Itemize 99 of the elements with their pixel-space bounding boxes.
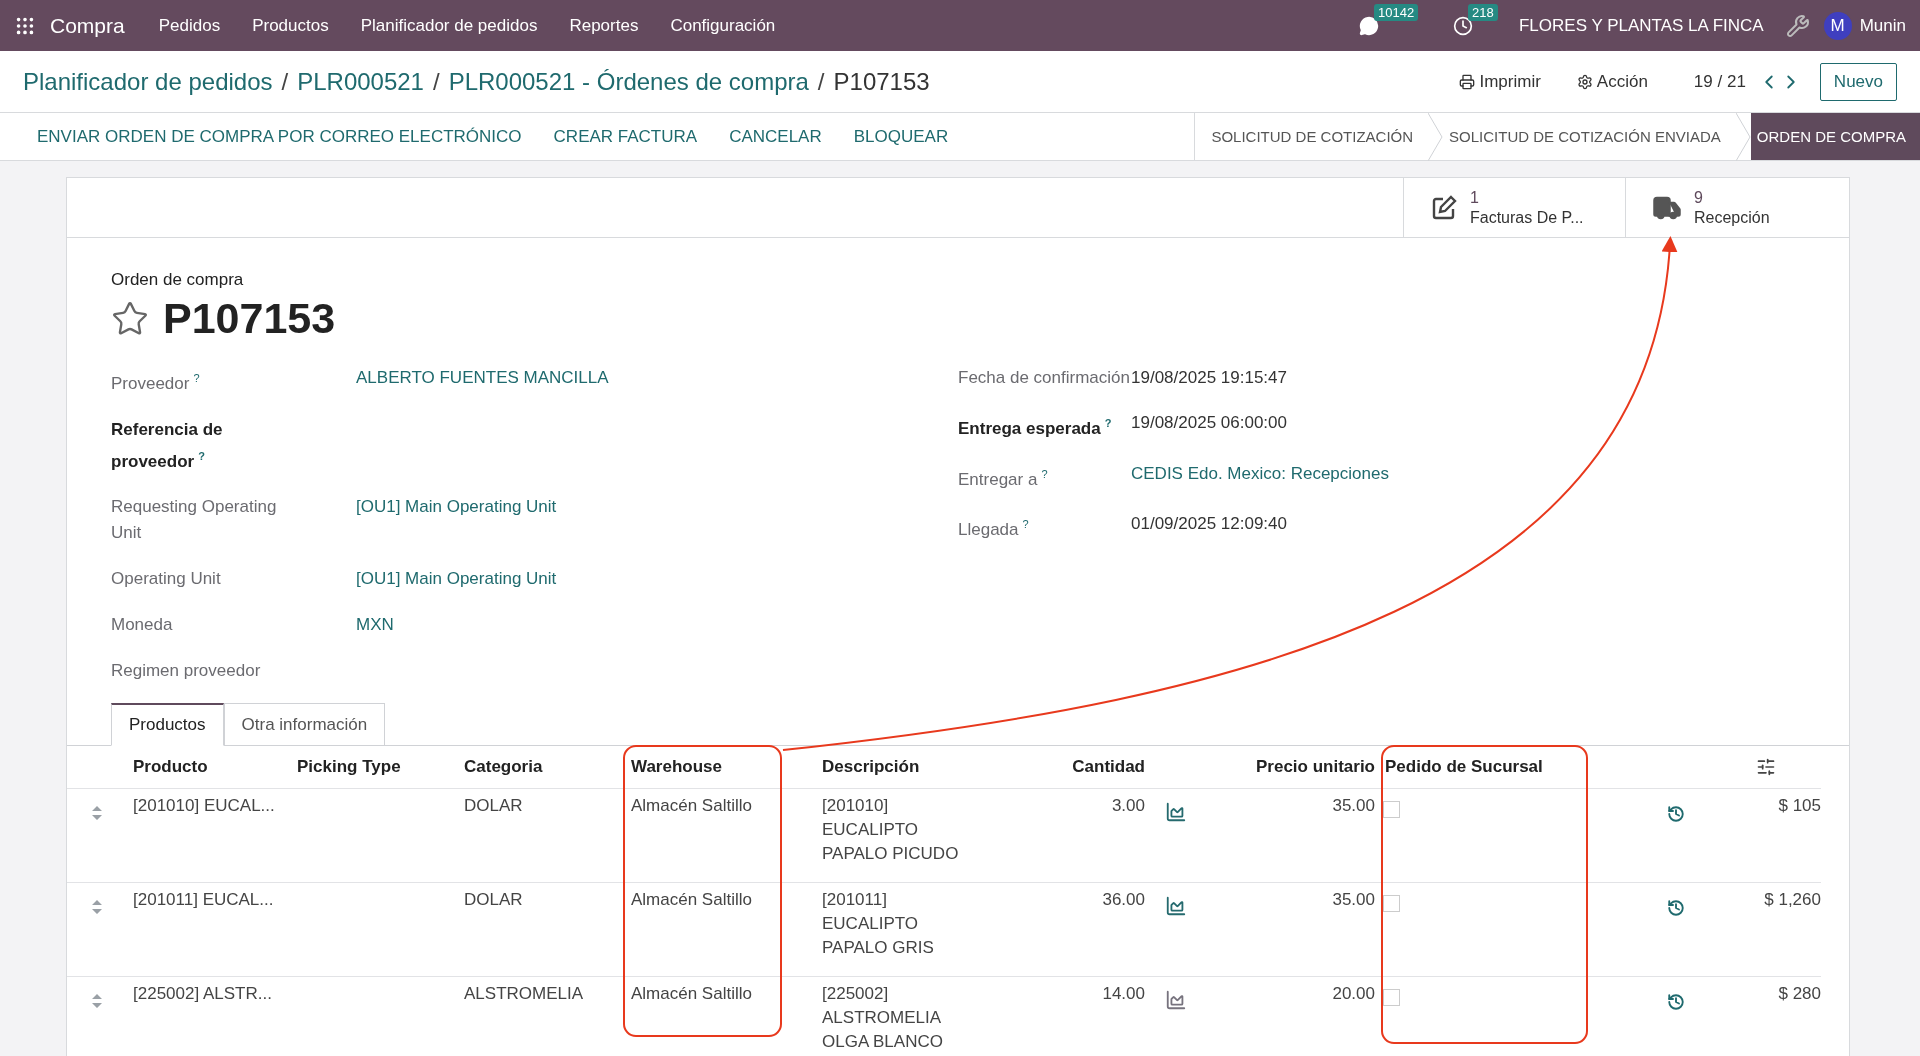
table-cell: DOLAR [458,883,625,978]
action-button[interactable]: BLOQUEAR [837,113,965,160]
field-label: Entregar a $^{?}$ [958,466,1049,491]
favorite-star-icon[interactable] [111,299,149,338]
table-cell: 3.00 [1021,789,1151,884]
field-label: Llegada $^{?}$ [958,517,1030,541]
history-icon[interactable] [1667,899,1685,918]
drag-handle-icon[interactable] [91,899,103,916]
column-header[interactable]: Descripción [816,746,1021,790]
action-button[interactable]: Acción [1570,70,1654,93]
breadcrumb-link[interactable]: PLR000521 [297,67,424,96]
field-label: Requesting Operating Unit [111,496,278,545]
table-cell: [201011] EUCALIPTO PAPALO GRIS [816,883,1021,978]
field-link[interactable]: MXN [356,612,958,639]
record-title: P107153 [163,294,336,343]
history-icon[interactable] [1667,993,1685,1012]
breadcrumb-link[interactable]: Planificador de pedidos [23,67,273,96]
new-button[interactable]: Nuevo [1819,62,1897,101]
menu-item[interactable]: Reportes [553,15,655,36]
menu-item[interactable]: Configuración [654,15,792,36]
table-cell: ALSTROMELIA [458,977,625,1056]
table-cell: Almacén Saltillo [625,789,816,884]
status-stage[interactable]: SOLICITUD DE COTIZACIÓN [1194,113,1444,160]
table-cell: Almacén Saltillo [625,977,816,1056]
print-button[interactable]: Imprimir [1453,70,1547,93]
column-header[interactable]: Cantidad [1021,746,1151,790]
forecast-chart-icon[interactable] [1165,895,1187,918]
table-cell: [225002] ALSTR... [127,977,291,1056]
chat-icon[interactable] [1359,15,1379,36]
table-cell: [201010] EUCAL... [127,789,291,884]
table-cell: [201010] EUCALIPTO PAPALO PICUDO [816,789,1021,884]
message-count-badge: 10142 [1374,3,1419,21]
menu-item[interactable]: Planificador de pedidos [344,15,554,36]
user-avatar[interactable]: M [1823,11,1852,40]
table-cell: $ 105 [1711,789,1821,884]
printer-icon [1459,73,1476,90]
action-button[interactable]: CANCELAR [713,113,838,160]
breadcrumb-separator: / [281,67,289,96]
tab[interactable]: Otra información [223,703,386,747]
history-icon[interactable] [1667,805,1685,824]
field-value: 01/09/2025 12:09:40 [1131,513,1288,536]
column-header[interactable]: Picking Type [291,746,458,790]
user-name[interactable]: Munin [1859,15,1906,36]
column-header[interactable]: Categoria [458,746,625,790]
clock-icon[interactable] [1453,15,1473,36]
table-cell: DOLAR [458,789,625,884]
field-label: Fecha de confirmación [958,367,1131,389]
menu-item[interactable]: Productos [236,15,345,36]
table-cell: [201011] EUCAL... [127,883,291,978]
field-label: Operating Unit [111,568,222,591]
field-label: Proveedor $^{?}$ [111,371,201,395]
edit-icon [1430,193,1458,222]
tab[interactable]: Productos [111,703,224,747]
breadcrumb-separator: / [817,67,825,96]
column-header[interactable]: Producto [127,746,291,790]
record-type-label: Orden de compra [111,270,245,290]
menu-item[interactable]: Pedidos [142,15,237,36]
column-settings-icon[interactable] [1756,757,1776,778]
table-cell: $ 1,260 [1711,883,1821,978]
table-cell: 20.00 [1201,977,1379,1056]
field-label: Regimen proveedor [111,660,262,683]
column-header[interactable]: Warehouse [625,746,816,790]
checkbox[interactable] [1383,895,1400,913]
table-cell: 36.00 [1021,883,1151,978]
column-header[interactable]: Pedido de Sucursal [1379,746,1641,790]
drag-handle-icon[interactable] [91,993,103,1010]
table-cell: Almacén Saltillo [625,883,816,978]
action-button[interactable]: ENVIAR ORDEN DE COMPRA POR CORREO ELECTRÓNICO [21,113,538,160]
checkbox[interactable] [1383,801,1400,819]
forecast-chart-icon[interactable] [1165,989,1187,1012]
forecast-chart-icon[interactable] [1165,801,1187,824]
tools-icon[interactable] [1785,13,1810,38]
field-link[interactable]: ALBERTO FUENTES MANCILLA [356,365,958,391]
gear-icon [1576,73,1593,90]
field-label: Entrega esperada $^{?}$ [958,416,1113,440]
checkbox[interactable] [1383,989,1400,1007]
table-cell: 35.00 [1201,883,1379,978]
field-value: 19/08/2025 06:00:00 [1131,412,1288,434]
company-name[interactable]: FLORES Y PLANTAS LA FINCA [1519,15,1764,36]
breadcrumb-link[interactable]: PLR000521 - Órdenes de compra [448,67,809,96]
breadcrumb-current: P107153 [833,67,930,96]
table-cell: [225002] ALSTROMELIA OLGA BLANCO [816,977,1021,1056]
field-link[interactable]: [OU1] Main Operating Unit [356,566,958,593]
app-name[interactable]: Compra [50,13,125,38]
field-link[interactable]: CEDIS Edo. Mexico: Recepciones [1131,460,1805,487]
table-cell: 35.00 [1201,789,1379,884]
drag-handle-icon[interactable] [91,805,103,822]
column-header[interactable]: Precio unitario [1201,746,1379,790]
table-cell: 14.00 [1021,977,1151,1056]
pager-counter[interactable]: 19 / 21 [1693,71,1746,92]
breadcrumb-separator: / [432,67,440,96]
action-button[interactable]: CREAR FACTURA [537,113,714,160]
field-label: Moneda [111,614,174,637]
table-cell: $ 280 [1711,977,1821,1056]
activity-count-badge: 218 [1468,3,1498,21]
field-link[interactable]: [OU1] Main Operating Unit [356,494,958,521]
field-label: Referencia de proveedor $^{?}$ [111,418,224,473]
field-value: 19/08/2025 19:15:47 [1131,367,1288,389]
status-stage[interactable]: ORDEN DE COMPRA [1750,113,1920,160]
